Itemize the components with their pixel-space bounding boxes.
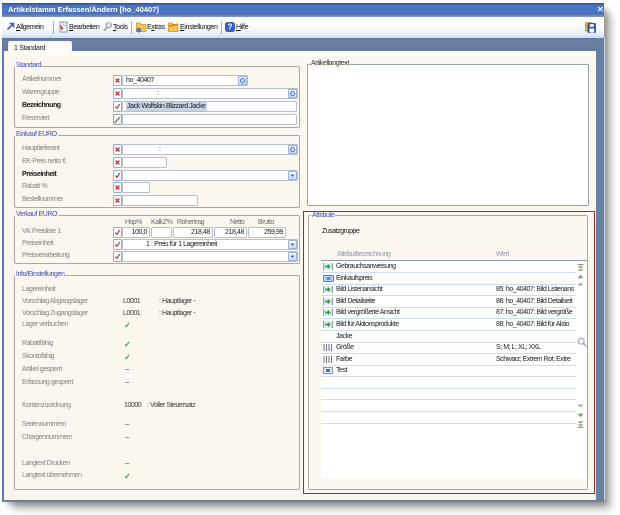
svg-text:?: ? <box>228 23 233 32</box>
